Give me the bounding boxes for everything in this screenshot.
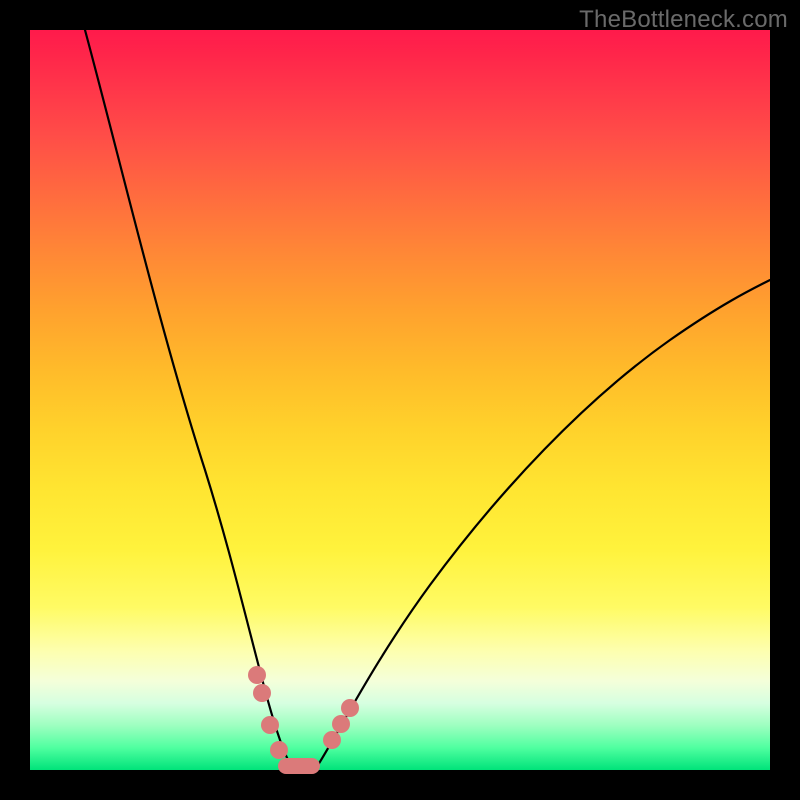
marker-dot xyxy=(332,715,350,733)
curve-right-branch xyxy=(318,280,770,765)
chart-frame: TheBottleneck.com xyxy=(0,0,800,800)
marker-dot xyxy=(323,731,341,749)
bottleneck-curve xyxy=(30,30,770,770)
marker-dot xyxy=(270,741,288,759)
marker-dot xyxy=(341,699,359,717)
marker-dot xyxy=(261,716,279,734)
marker-dot xyxy=(248,666,266,684)
marker-pill xyxy=(278,758,320,774)
plot-area xyxy=(30,30,770,770)
curve-left-branch xyxy=(85,30,292,766)
marker-dot xyxy=(253,684,271,702)
